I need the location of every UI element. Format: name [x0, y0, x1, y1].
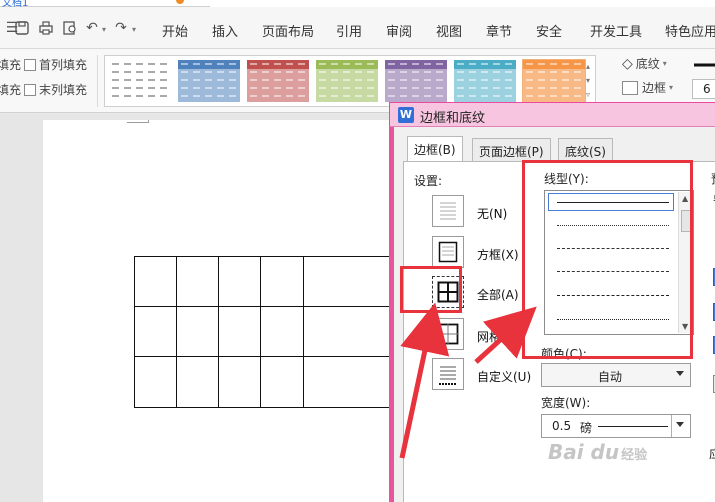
line-style-list[interactable]: ▲ ▼	[544, 190, 694, 335]
line-style-preview[interactable]	[692, 57, 715, 73]
table-style-thumbnail[interactable]	[385, 60, 447, 102]
menu-tab-chapter[interactable]: 章节	[486, 21, 512, 40]
menu-tab-view[interactable]: 视图	[436, 21, 462, 40]
setting-custom-label[interactable]: 自定义(U)	[477, 368, 531, 385]
dialog-title: 边框和底纹	[420, 111, 486, 126]
all-borders-icon[interactable]	[432, 276, 464, 308]
tab-page-border[interactable]: 页面边框(P)	[472, 138, 551, 162]
line-style-dash-dot[interactable]	[557, 295, 669, 296]
preview-label: 预	[711, 170, 715, 187]
watermark-text: Bai du	[548, 440, 620, 464]
scroll-thumb[interactable]	[681, 210, 691, 232]
last-column-fill-check[interactable]: 末列填充	[24, 81, 87, 98]
width-dropdown[interactable]: 0.5 磅	[541, 414, 691, 438]
dialog-titlebar[interactable]: W 边框和底纹	[390, 103, 715, 127]
save-icon[interactable]	[14, 20, 30, 36]
document-table[interactable]	[134, 256, 404, 408]
shading-icon: ◇	[622, 55, 633, 72]
quick-access-dropdown-icon[interactable]: ▾	[132, 25, 136, 34]
menu-tab-developer[interactable]: 开发工具	[590, 21, 642, 40]
border-width-value: 6	[703, 82, 711, 96]
line-style-dashed[interactable]	[557, 271, 669, 272]
table-style-thumbnail[interactable]	[316, 60, 378, 102]
color-label: 颜色(C):	[541, 347, 587, 361]
menu-tab-special-apps[interactable]: 特色应用	[665, 21, 715, 40]
line-style-label: 线型(Y):	[544, 172, 589, 186]
scroll-up-icon[interactable]: ▲	[682, 194, 688, 203]
table-style-thumbnail[interactable]	[522, 59, 586, 103]
custom-border-icon[interactable]	[432, 358, 464, 390]
setting-grid-label[interactable]: 网格(D)	[477, 328, 520, 345]
first-column-fill-check[interactable]: 首列填充	[24, 56, 87, 73]
wps-logo-icon: W	[398, 107, 414, 123]
menu-tab-security[interactable]: 安全	[536, 21, 562, 40]
setting-none-label[interactable]: 无(N)	[477, 205, 507, 222]
width-label: 宽度(W):	[541, 396, 591, 410]
page-margin-mark	[127, 120, 149, 123]
line-style-dash-dot-dot[interactable]	[557, 319, 669, 320]
page-margin-mark	[148, 120, 149, 123]
box-border-icon[interactable]	[432, 236, 464, 268]
width-dropdown-icon[interactable]	[676, 422, 684, 427]
first-column-fill-checkbox[interactable]	[24, 58, 36, 71]
width-dropdown-divider	[671, 415, 672, 437]
table-style-thumbnail[interactable]	[454, 60, 516, 102]
width-line-preview	[598, 426, 668, 427]
undo-dropdown-icon[interactable]: ▾	[102, 25, 106, 34]
shading-dropdown-icon[interactable]: ▾	[663, 59, 667, 68]
scroll-down-icon[interactable]: ▼	[682, 322, 688, 331]
setting-box-label[interactable]: 方框(X)	[477, 246, 519, 263]
menu-tab-insert[interactable]: 插入	[212, 21, 238, 40]
color-value: 自动	[598, 370, 623, 384]
undo-icon[interactable]: ↶	[84, 20, 100, 36]
table-style-thumbnail[interactable]	[247, 60, 309, 102]
gallery-scroll-icon[interactable]: ▴ ▾ ▿	[583, 60, 593, 102]
last-column-fill-checkbox[interactable]	[24, 83, 36, 96]
print-icon[interactable]	[38, 20, 54, 36]
banded-fill-check[interactable]: 填充	[0, 81, 21, 98]
menu-tab-references[interactable]: 引用	[336, 21, 362, 40]
border-control[interactable]: 边框 ▾	[622, 79, 673, 96]
line-style-scrollbar[interactable]: ▲ ▼	[678, 192, 692, 333]
watermark-sub: 经验	[621, 448, 648, 463]
line-style-dotted[interactable]	[557, 225, 669, 226]
setting-all-label[interactable]: 全部(A)	[477, 286, 519, 303]
width-value: 0.5	[552, 419, 572, 433]
first-column-fill-label: 首列填充	[39, 58, 88, 72]
menu-tab-page-layout[interactable]: 页面布局	[262, 21, 314, 40]
ribbon-divider	[97, 55, 98, 107]
settings-label: 设置:	[414, 174, 443, 188]
header-row-fill-label: 填充	[0, 58, 22, 72]
width-unit: 磅	[580, 421, 593, 435]
title-strip: 文档1	[0, 0, 715, 9]
border-dropdown-icon[interactable]: ▾	[669, 83, 673, 92]
border-width-field[interactable]: 6	[692, 79, 715, 99]
baidu-watermark: Bai du 经验	[548, 440, 647, 464]
tab-shading[interactable]: 底纹(S)	[558, 138, 613, 162]
color-dropdown[interactable]: 自动	[541, 363, 691, 387]
menu-tab-home[interactable]: 开始	[162, 21, 188, 40]
banded-fill-label: 填充	[0, 83, 22, 97]
last-column-fill-label: 末列填充	[39, 83, 88, 97]
apply-to-label: 应	[709, 445, 715, 462]
header-row-fill-check[interactable]: 填充	[0, 56, 21, 73]
line-style-solid[interactable]	[557, 202, 669, 203]
border-icon	[622, 80, 638, 95]
table-styles-gallery: ▴ ▾ ▿	[104, 55, 596, 107]
menu-tab-review[interactable]: 审阅	[386, 21, 412, 40]
grid-border-icon[interactable]	[432, 318, 464, 350]
redo-icon[interactable]: ↷	[113, 20, 129, 36]
border-label: 边框	[642, 81, 667, 95]
dialog-left-edge	[389, 127, 394, 502]
tab-borders[interactable]: 边框(B)	[407, 136, 463, 163]
color-dropdown-icon[interactable]	[676, 371, 684, 376]
none-border-icon[interactable]	[432, 195, 464, 227]
shading-label: 底纹	[635, 57, 660, 71]
table-style-thumbnail[interactable]	[109, 60, 171, 102]
shading-control[interactable]: ◇ 底纹 ▾	[622, 55, 667, 72]
table-style-thumbnail[interactable]	[178, 60, 240, 102]
line-style-dashed-small[interactable]	[557, 248, 669, 249]
menu-bar: ☰ ↶ ▾ ↷ ▾ 开始 插入 页面布局 引用 审阅 视图 章节 安全 开发工具…	[0, 7, 715, 49]
print-preview-icon[interactable]	[62, 20, 78, 36]
